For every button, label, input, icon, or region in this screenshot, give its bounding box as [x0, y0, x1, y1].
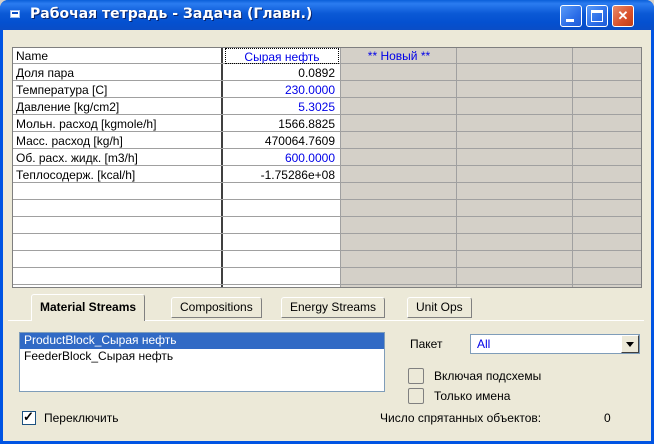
row-label: Доля пара [16, 66, 75, 80]
table-row[interactable]: Об. расх. жидк. [m3/h] 600.0000 [13, 150, 641, 166]
row-value[interactable]: 5.3025 [225, 99, 339, 115]
header-name-cell: Name [16, 49, 49, 63]
list-item[interactable]: ProductBlock_Сырая нефть [20, 333, 384, 349]
include-subflowsheets-label: Включая подсхемы [434, 369, 542, 383]
row-label: Давление [kg/cm2] [16, 100, 120, 114]
header-new-stream-cell[interactable]: ** Новый ** [343, 48, 455, 64]
empty-row [13, 218, 641, 234]
close-button[interactable]: ✕ [612, 5, 634, 27]
table-row[interactable]: Мольн. расход [kgmole/h] 1566.8825 [13, 116, 641, 132]
row-label: Масс. расход [kg/h] [16, 134, 123, 148]
row-value[interactable]: 600.0000 [225, 150, 339, 166]
empty-row [13, 252, 641, 268]
hidden-objects-count: 0 [604, 411, 611, 425]
title-bar[interactable]: Рабочая тетрадь - Задача (Главн.) ✕ [0, 0, 654, 30]
row-label: Теплосодерж. [kcal/h] [16, 168, 136, 182]
list-item[interactable]: FeederBlock_Сырая нефть [20, 349, 384, 365]
table-row[interactable]: Доля пара 0.0892 [13, 65, 641, 81]
tab-compositions[interactable]: Compositions [171, 297, 262, 318]
row-label: Температура [C] [16, 83, 108, 97]
empty-row [13, 184, 641, 200]
empty-row [13, 235, 641, 251]
stream-worksheet-grid: Name Сырая нефть ** Новый ** Доля пара 0… [12, 47, 642, 288]
window-title: Рабочая тетрадь - Задача (Главн.) [30, 6, 313, 22]
tab-strip: Material Streams Compositions Energy Str… [0, 294, 654, 321]
table-row[interactable]: Температура [C] 230.0000 [13, 82, 641, 98]
close-icon: ✕ [617, 8, 629, 23]
checkmark-icon: ✓ [23, 409, 34, 424]
row-label: Об. расх. жидк. [m3/h] [16, 151, 138, 165]
dropdown-button[interactable] [621, 335, 639, 353]
row-value[interactable]: 0.0892 [225, 65, 339, 81]
toggle-checkbox[interactable]: ✓ [22, 409, 36, 425]
row-value[interactable]: 470064.7609 [225, 133, 339, 149]
row-label: Мольн. расход [kgmole/h] [16, 117, 157, 131]
toggle-label: Переключить [44, 411, 119, 425]
grid-header-row: Name Сырая нефть ** Новый ** [13, 48, 641, 64]
table-row[interactable]: Теплосодерж. [kcal/h] -1.75286e+08 [13, 167, 641, 183]
names-only-label: Только имена [434, 389, 511, 403]
header-stream-cell[interactable]: Сырая нефть [225, 48, 339, 64]
window-menu-icon[interactable] [10, 10, 20, 18]
row-value[interactable]: -1.75286e+08 [225, 167, 339, 183]
table-row[interactable]: Масс. расход [kg/h] 470064.7609 [13, 133, 641, 149]
row-value[interactable]: 230.0000 [225, 82, 339, 98]
maximize-button[interactable] [586, 5, 608, 27]
row-value[interactable]: 1566.8825 [225, 116, 339, 132]
stream-list[interactable]: ProductBlock_Сырая нефть FeederBlock_Сыр… [19, 332, 385, 392]
empty-row [13, 269, 641, 285]
packet-value: All [477, 337, 491, 351]
packet-select[interactable]: All [470, 334, 640, 354]
tab-energy-streams[interactable]: Energy Streams [281, 297, 386, 318]
include-subflowsheets-checkbox[interactable] [408, 368, 424, 384]
names-only-checkbox[interactable] [408, 388, 424, 404]
maximize-icon [591, 10, 603, 22]
minimize-icon [566, 19, 574, 22]
dropdown-arrow-icon [626, 342, 634, 347]
packet-label: Пакет [410, 337, 443, 351]
table-row[interactable]: Давление [kg/cm2] 5.3025 [13, 99, 641, 115]
tab-material-streams[interactable]: Material Streams [31, 294, 146, 321]
minimize-button[interactable] [560, 5, 582, 27]
empty-row [13, 201, 641, 217]
tab-unit-ops[interactable]: Unit Ops [407, 297, 472, 318]
hidden-objects-label: Число спрятанных объектов: [380, 411, 542, 425]
